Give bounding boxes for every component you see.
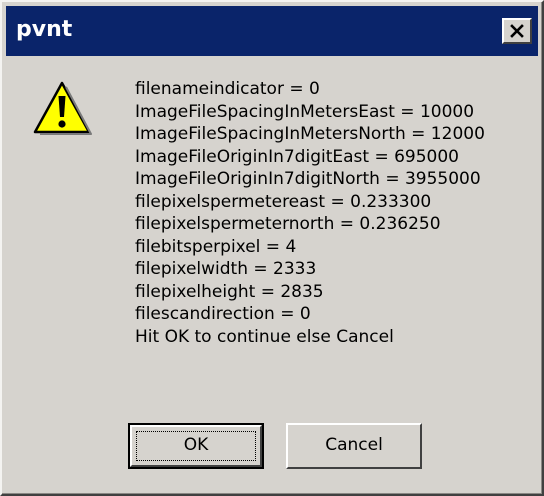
message-line: filebitsperpixel = 4 [135, 236, 297, 257]
message-line: ImageFileSpacingInMetersNorth = 12000 [135, 124, 485, 144]
message-line: filescandirection = 0 [135, 304, 311, 324]
message-line: filenameindicator = 0 [135, 79, 320, 99]
message-text: filenameindicator = 0 ImageFileSpacingIn… [135, 78, 515, 348]
window-title: pvnt [16, 17, 73, 42]
warning-icon [33, 81, 92, 135]
message-dialog: pvnt filenameindicator = 0 ImageFileSpac… [0, 0, 544, 496]
message-line: filepixelspermeternorth = 0.236250 [135, 214, 441, 234]
message-prompt: Hit OK to continue else Cancel [135, 326, 394, 347]
message-line: ImageFileOriginIn7digitEast = 695000 [135, 146, 459, 167]
cancel-button[interactable]: Cancel [286, 423, 422, 469]
close-button[interactable] [502, 18, 532, 44]
message-line: ImageFileSpacingInMetersEast = 10000 [135, 101, 475, 122]
message-line: ImageFileOriginIn7digitNorth = 3955000 [135, 169, 481, 189]
message-line: filepixelspermetereast = 0.233300 [135, 191, 432, 212]
ok-button[interactable]: OK [128, 423, 264, 469]
close-icon [510, 24, 524, 38]
title-bar[interactable]: pvnt [6, 6, 538, 56]
cancel-button-label: Cancel [325, 435, 383, 455]
message-line: filepixelwidth = 2333 [135, 259, 317, 279]
ok-button-label: OK [183, 435, 209, 455]
message-line: filepixelheight = 2835 [135, 281, 324, 302]
